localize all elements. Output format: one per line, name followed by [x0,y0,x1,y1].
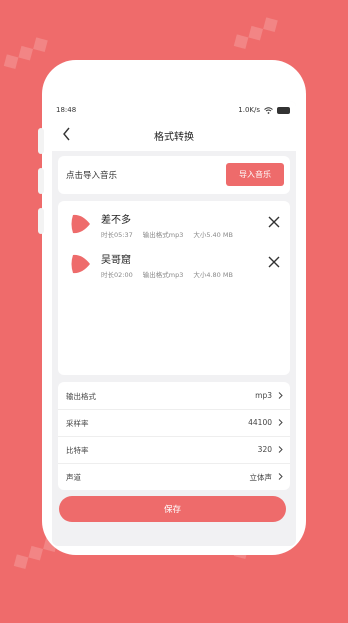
setting-value: mp3 [255,391,272,400]
song-meta: 时长02:00 输出格式mp3 大小4.80 MB [101,269,233,279]
network-speed: 1.0K/s [238,106,260,114]
save-button[interactable]: 保存 [59,496,286,522]
song-duration: 时长02:00 [101,271,133,279]
setting-value: 立体声 [249,473,273,482]
phone-side-button [38,208,44,234]
song-format: 输出格式mp3 [142,231,184,239]
status-time: 18:48 [56,106,77,114]
setting-row-channel[interactable]: 声道 立体声 [58,463,290,490]
setting-label: 比特率 [66,446,89,455]
song-list: 差不多 时长05:37 输出格式mp3 大小5.40 MB 吴哥窟 时长02:0… [58,201,290,375]
phone-side-button [38,168,44,194]
import-card: 点击导入音乐 导入音乐 [58,156,290,194]
battery-icon [277,106,290,114]
chevron-right-icon [278,419,283,426]
song-title: 差不多 [101,215,131,226]
song-size: 大小5.40 MB [193,231,233,239]
setting-row-bitrate[interactable]: 比特率 320 [58,436,290,464]
setting-label: 声道 [66,473,81,482]
setting-row-output-format[interactable]: 输出格式 mp3 [58,382,290,410]
page-title: 格式转换 [154,132,194,143]
import-label: 点击导入音乐 [66,171,118,181]
song-duration: 时长05:37 [101,231,133,239]
import-music-button[interactable]: 导入音乐 [226,163,284,186]
watermark-decor: ◆◆◆ [0,28,54,77]
list-item[interactable]: 吴哥窟 时长02:00 输出格式mp3 大小4.80 MB [58,246,290,286]
music-note-icon [71,214,90,234]
chevron-right-icon [278,473,283,480]
setting-value: 320 [257,445,272,454]
music-note-icon [71,254,90,274]
close-icon[interactable] [268,256,280,268]
setting-value: 44100 [248,418,272,427]
status-indicators: 1.0K/s [238,106,290,114]
watermark-decor: ◆◆◆ [227,8,284,57]
app-screen: 18:48 1.0K/s 格式转换 点击导入音乐 导入音乐 差不多 时长05:3… [52,101,296,546]
wifi-icon [264,106,273,114]
settings-card: 输出格式 mp3 采样率 44100 比特率 320 声道 立体声 [58,382,290,490]
chevron-right-icon [278,392,283,399]
status-bar: 18:48 1.0K/s [52,101,296,119]
setting-row-sample-rate[interactable]: 采样率 44100 [58,409,290,437]
song-format: 输出格式mp3 [142,271,184,279]
nav-bar: 格式转换 [52,119,296,151]
song-title: 吴哥窟 [101,255,131,266]
song-size: 大小4.80 MB [193,271,233,279]
list-item[interactable]: 差不多 时长05:37 输出格式mp3 大小5.40 MB [58,206,290,246]
phone-side-button [38,128,44,154]
setting-label: 采样率 [66,419,89,428]
close-icon[interactable] [268,216,280,228]
chevron-right-icon [278,446,283,453]
setting-label: 输出格式 [66,392,96,401]
song-meta: 时长05:37 输出格式mp3 大小5.40 MB [101,229,233,239]
